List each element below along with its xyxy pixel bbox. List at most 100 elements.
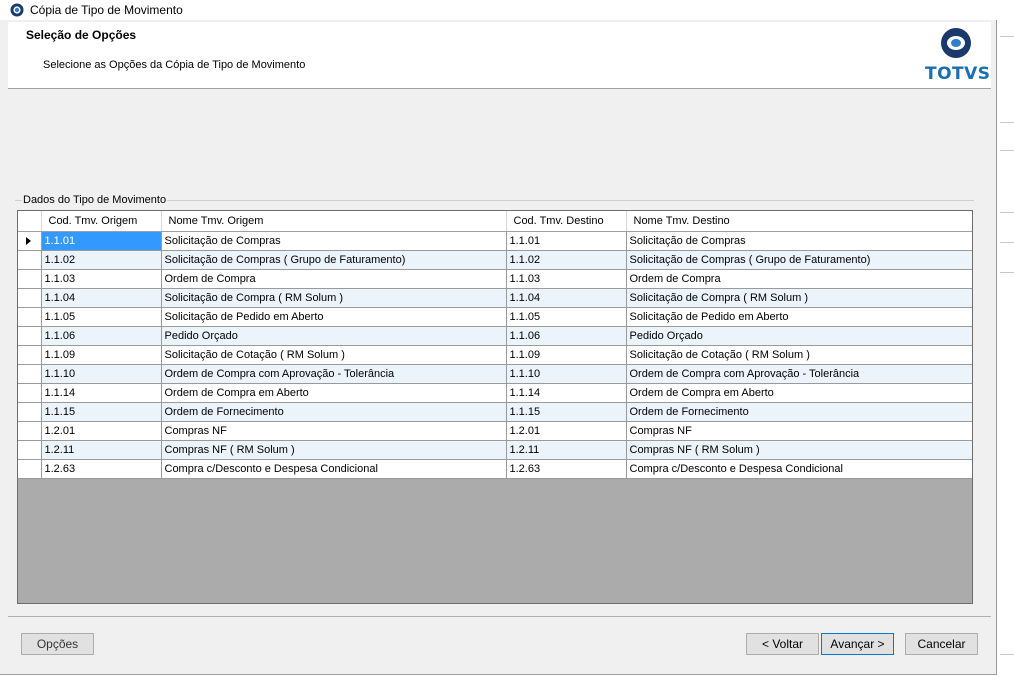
table-row[interactable]: 1.1.06 Pedido Orçado 1.1.06 Pedido Orçad… (18, 326, 972, 346)
cell-nome-origem[interactable]: Solicitação de Compras ( Grupo de Fatura… (161, 250, 507, 270)
cell-cod-destino[interactable]: 1.1.05 (506, 307, 627, 327)
cell-nome-origem[interactable]: Ordem de Compra (161, 269, 507, 289)
cell-cod-destino[interactable]: 1.1.03 (506, 269, 627, 289)
logo-text: TOTVS (925, 64, 991, 84)
cell-cod-destino[interactable]: 1.2.63 (506, 459, 627, 479)
cell-cod-destino[interactable]: 1.1.15 (506, 402, 627, 422)
cell-nome-origem[interactable]: Ordem de Fornecimento (161, 402, 507, 422)
row-selector-header (18, 211, 42, 232)
cell-cod-destino[interactable]: 1.1.14 (506, 383, 627, 403)
row-selector[interactable] (18, 402, 42, 422)
edge-divider (1000, 212, 1014, 213)
cell-cod-origem[interactable]: 1.1.04 (41, 288, 162, 308)
cell-nome-destino[interactable]: Compra c/Desconto e Despesa Condicional (626, 459, 972, 479)
step-title: Seleção de Opções (26, 28, 137, 42)
movement-type-grid[interactable]: Cod. Tmv. Origem Nome Tmv. Origem Cod. T… (17, 210, 973, 604)
table-row[interactable]: 1.1.02 Solicitação de Compras ( Grupo de… (18, 250, 972, 270)
row-selector[interactable] (18, 364, 42, 384)
row-selector[interactable] (18, 269, 42, 289)
edge-divider (1000, 122, 1014, 123)
cell-cod-destino[interactable]: 1.2.11 (506, 440, 627, 460)
table-row[interactable]: 1.2.63 Compra c/Desconto e Despesa Condi… (18, 459, 972, 479)
options-button[interactable]: Opções (21, 633, 94, 655)
cell-nome-destino[interactable]: Solicitação de Compras (626, 231, 972, 251)
cell-cod-origem[interactable]: 1.2.01 (41, 421, 162, 441)
cell-cod-origem[interactable]: 1.1.05 (41, 307, 162, 327)
row-selector[interactable] (18, 307, 42, 327)
cell-cod-origem[interactable]: 1.2.63 (41, 459, 162, 479)
cell-nome-destino[interactable]: Solicitação de Pedido em Aberto (626, 307, 972, 327)
cell-nome-origem[interactable]: Solicitação de Compras (161, 231, 507, 251)
row-selector[interactable] (18, 383, 42, 403)
row-selector[interactable] (18, 231, 42, 251)
grid-header-row: Cod. Tmv. Origem Nome Tmv. Origem Cod. T… (18, 211, 972, 232)
cell-nome-destino[interactable]: Pedido Orçado (626, 326, 972, 346)
row-selector[interactable] (18, 345, 42, 365)
cell-cod-destino[interactable]: 1.1.04 (506, 288, 627, 308)
cell-nome-destino[interactable]: Compras NF (626, 421, 972, 441)
cell-cod-destino[interactable]: 1.1.06 (506, 326, 627, 346)
edge-divider (1000, 654, 1014, 655)
cell-cod-destino[interactable]: 1.1.10 (506, 364, 627, 384)
cell-cod-origem[interactable]: 1.1.03 (41, 269, 162, 289)
row-selector[interactable] (18, 288, 42, 308)
background-window-edge (998, 0, 1014, 683)
column-header-nome-origem[interactable]: Nome Tmv. Origem (161, 211, 507, 232)
step-description: Selecione as Opções da Cópia de Tipo de … (43, 59, 306, 71)
row-selector[interactable] (18, 421, 42, 441)
cell-nome-origem[interactable]: Solicitação de Pedido em Aberto (161, 307, 507, 327)
cell-nome-destino[interactable]: Ordem de Compra (626, 269, 972, 289)
cell-nome-destino[interactable]: Compras NF ( RM Solum ) (626, 440, 972, 460)
cell-cod-origem[interactable]: 1.1.09 (41, 345, 162, 365)
cell-cod-destino[interactable]: 1.1.09 (506, 345, 627, 365)
cancel-button[interactable]: Cancelar (905, 633, 978, 655)
cell-nome-destino[interactable]: Solicitação de Compra ( RM Solum ) (626, 288, 972, 308)
cell-nome-destino[interactable]: Ordem de Compra em Aberto (626, 383, 972, 403)
row-selector[interactable] (18, 250, 42, 270)
group-label: Dados do Tipo de Movimento (22, 194, 168, 206)
table-row[interactable]: 1.1.10 Ordem de Compra com Aprovação - T… (18, 364, 972, 384)
title-bar[interactable]: Cópia de Tipo de Movimento (0, 0, 997, 20)
cell-cod-origem[interactable]: 1.1.15 (41, 402, 162, 422)
cell-cod-destino[interactable]: 1.2.01 (506, 421, 627, 441)
table-row[interactable]: 1.1.01 Solicitação de Compras 1.1.01 Sol… (18, 231, 972, 251)
row-selector[interactable] (18, 440, 42, 460)
cell-nome-destino[interactable]: Ordem de Compra com Aprovação - Tolerânc… (626, 364, 972, 384)
cell-nome-origem[interactable]: Ordem de Compra com Aprovação - Tolerânc… (161, 364, 507, 384)
table-row[interactable]: 1.1.09 Solicitação de Cotação ( RM Solum… (18, 345, 972, 365)
row-selector[interactable] (18, 326, 42, 346)
table-row[interactable]: 1.1.05 Solicitação de Pedido em Aberto 1… (18, 307, 972, 327)
cell-nome-origem[interactable]: Compra c/Desconto e Despesa Condicional (161, 459, 507, 479)
table-row[interactable]: 1.1.04 Solicitação de Compra ( RM Solum … (18, 288, 972, 308)
cell-cod-origem[interactable]: 1.1.02 (41, 250, 162, 270)
window-title: Cópia de Tipo de Movimento (30, 3, 183, 17)
row-selector[interactable] (18, 459, 42, 479)
cell-nome-origem[interactable]: Ordem de Compra em Aberto (161, 383, 507, 403)
column-header-cod-destino[interactable]: Cod. Tmv. Destino (506, 211, 627, 232)
back-button[interactable]: < Voltar (746, 633, 819, 655)
column-header-nome-destino[interactable]: Nome Tmv. Destino (626, 211, 972, 232)
cell-cod-origem[interactable]: 1.2.11 (41, 440, 162, 460)
cell-cod-origem[interactable]: 1.1.01 (41, 231, 162, 251)
cell-nome-origem[interactable]: Compras NF (161, 421, 507, 441)
cell-nome-destino[interactable]: Solicitação de Cotação ( RM Solum ) (626, 345, 972, 365)
cell-nome-destino[interactable]: Solicitação de Compras ( Grupo de Fatura… (626, 250, 972, 270)
column-header-cod-origem[interactable]: Cod. Tmv. Origem (41, 211, 162, 232)
cell-cod-origem[interactable]: 1.1.14 (41, 383, 162, 403)
cell-nome-origem[interactable]: Solicitação de Compra ( RM Solum ) (161, 288, 507, 308)
next-button[interactable]: Avançar > (821, 633, 894, 655)
table-row[interactable]: 1.2.11 Compras NF ( RM Solum ) 1.2.11 Co… (18, 440, 972, 460)
cell-cod-destino[interactable]: 1.1.02 (506, 250, 627, 270)
table-row[interactable]: 1.1.03 Ordem de Compra 1.1.03 Ordem de C… (18, 269, 972, 289)
cell-cod-destino[interactable]: 1.1.01 (506, 231, 627, 251)
cell-nome-origem[interactable]: Compras NF ( RM Solum ) (161, 440, 507, 460)
cell-nome-origem[interactable]: Solicitação de Cotação ( RM Solum ) (161, 345, 507, 365)
cell-nome-origem[interactable]: Pedido Orçado (161, 326, 507, 346)
table-row[interactable]: 1.1.14 Ordem de Compra em Aberto 1.1.14 … (18, 383, 972, 403)
table-row[interactable]: 1.2.01 Compras NF 1.2.01 Compras NF (18, 421, 972, 441)
cell-cod-origem[interactable]: 1.1.06 (41, 326, 162, 346)
cell-nome-destino[interactable]: Ordem de Fornecimento (626, 402, 972, 422)
wizard-header: Seleção de Opções Selecione as Opções da… (8, 22, 991, 89)
cell-cod-origem[interactable]: 1.1.10 (41, 364, 162, 384)
table-row[interactable]: 1.1.15 Ordem de Fornecimento 1.1.15 Orde… (18, 402, 972, 422)
